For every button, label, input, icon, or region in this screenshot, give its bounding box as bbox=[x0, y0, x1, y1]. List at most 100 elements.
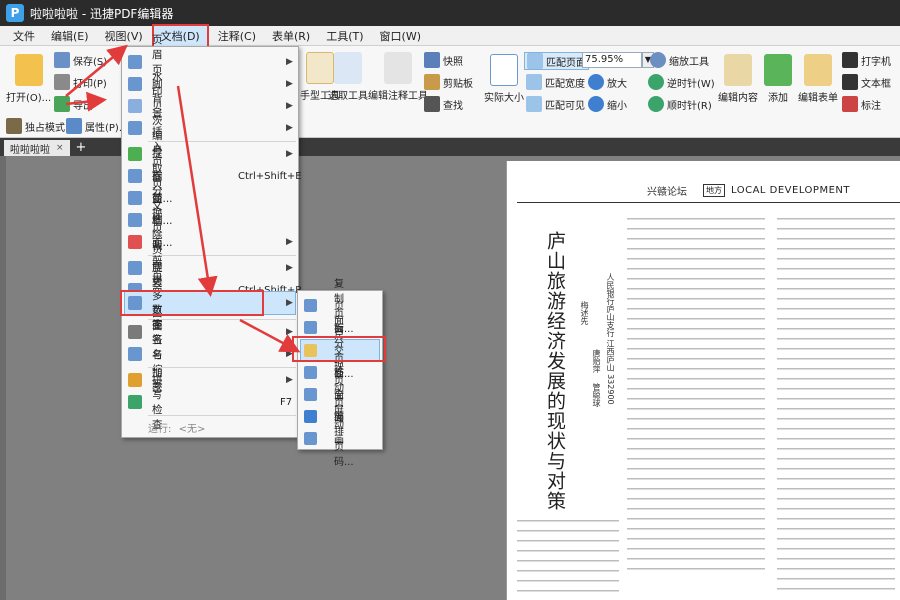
zoom-in-button[interactable]: 放大 bbox=[588, 74, 627, 90]
print-button[interactable]: 打印(P) bbox=[54, 74, 107, 90]
menu-sign-initials[interactable]: 签名与缩写 ▶ bbox=[124, 319, 293, 391]
run-value: <无> bbox=[178, 424, 206, 435]
menu-digital-signature[interactable]: 数字签名 ▶ bbox=[124, 304, 293, 361]
submenu-fullscreen-animation[interactable]: 全屏动画 bbox=[300, 390, 344, 446]
properties-icon bbox=[66, 118, 82, 134]
folder-icon bbox=[14, 54, 43, 86]
fit-page-button[interactable]: 匹配页面 bbox=[524, 52, 589, 70]
fit-visible-button[interactable]: 匹配可见 bbox=[526, 96, 585, 112]
edit-content-button[interactable]: 编辑内容 bbox=[718, 54, 758, 104]
submenu-copy-page[interactable]: 复制页面... bbox=[300, 279, 354, 335]
menu-bar: 文件 编辑(E) 视图(V) 文档(D) 注释(C) 表单(R) 工具(T) 窗… bbox=[0, 23, 900, 48]
chevron-right-icon: ▶ bbox=[286, 237, 293, 247]
menu-separator bbox=[148, 319, 296, 320]
textbox-button[interactable]: 文本框 bbox=[842, 74, 891, 90]
camera-icon bbox=[424, 52, 440, 68]
menu-split-document[interactable]: 拆分文档... bbox=[124, 170, 173, 227]
article-title: 庐山旅游经济发展的现状与对策 bbox=[544, 231, 566, 511]
edit-annotation-button[interactable]: 编辑注释工具 bbox=[368, 52, 428, 102]
properties-button[interactable]: 属性(P)... bbox=[66, 118, 128, 134]
menu-insert-page[interactable]: 插入页面 ▶ bbox=[124, 126, 293, 183]
zoom-input[interactable]: 75.95% bbox=[582, 52, 642, 68]
zoom-tool-button[interactable]: 缩放工具 bbox=[650, 52, 709, 68]
menu-bates-numbering[interactable]: 贝茨编号 ▶ bbox=[124, 100, 293, 157]
crown-icon bbox=[6, 118, 22, 134]
menu-view[interactable]: 视图(V) bbox=[98, 26, 150, 46]
app-logo-icon: P bbox=[6, 4, 24, 22]
run-row[interactable]: 运行: <无> bbox=[148, 420, 205, 435]
rotate-ccw-button[interactable]: 逆时针(W) bbox=[648, 74, 715, 90]
actual-size-button[interactable]: 实际大小 bbox=[484, 54, 524, 104]
signature-icon bbox=[128, 325, 142, 339]
submenu-page-numbering[interactable]: 编排页码... bbox=[300, 412, 354, 468]
zoom-out-button[interactable]: 缩小 bbox=[588, 96, 627, 112]
menu-encrypt[interactable]: 加密 ▶ bbox=[124, 367, 293, 394]
fullscreen-icon bbox=[304, 409, 317, 423]
header-english: LOCAL DEVELOPMENT bbox=[731, 185, 850, 196]
close-icon[interactable]: × bbox=[56, 143, 64, 153]
clipboard-button[interactable]: 剪贴板 bbox=[424, 74, 473, 90]
add-tab-icon[interactable]: + bbox=[76, 140, 87, 156]
chevron-right-icon: ▶ bbox=[286, 101, 293, 111]
snapshot-button[interactable]: 快照 bbox=[424, 52, 463, 68]
fit-page-icon bbox=[527, 53, 543, 69]
menu-crop-page[interactable]: 裁剪页面▶ bbox=[124, 240, 293, 297]
annotation-box-split-page bbox=[292, 336, 386, 362]
menu-file[interactable]: 文件 bbox=[6, 26, 42, 46]
find-button[interactable]: 查找 bbox=[424, 96, 463, 112]
menu-delete-page[interactable]: 删除页面 ▶ bbox=[124, 214, 293, 271]
move-page-icon bbox=[304, 387, 317, 401]
edit-form-button[interactable]: 编辑表单 bbox=[798, 54, 838, 104]
header-footer-icon bbox=[128, 55, 142, 69]
menu-comment[interactable]: 注释(C) bbox=[211, 26, 263, 46]
add-plus-icon bbox=[764, 54, 792, 86]
submenu-move-page[interactable]: 移动页面 bbox=[300, 368, 344, 424]
title-bar: P 啦啦啦啦 - 迅捷PDF编辑器 bbox=[0, 0, 900, 26]
document-tab[interactable]: 啦啦啦啦 × bbox=[4, 140, 70, 156]
author-2: 唐贻萍 bbox=[592, 349, 601, 373]
text-select-icon bbox=[334, 52, 362, 84]
menu-tools[interactable]: 工具(T) bbox=[319, 26, 370, 46]
typewriter-button[interactable]: 打字机 bbox=[842, 52, 891, 68]
author-3: 管聪球 bbox=[592, 383, 601, 407]
chevron-right-icon: ▶ bbox=[286, 375, 293, 385]
menu-separator bbox=[148, 367, 296, 368]
menu-separator bbox=[148, 415, 296, 416]
insert-page-icon bbox=[128, 147, 142, 161]
pen-icon bbox=[128, 347, 142, 361]
menu-header-footer[interactable]: 页眉页脚 ▶ bbox=[124, 34, 293, 91]
menu-replace-page[interactable]: 替换页面... bbox=[124, 192, 173, 249]
typewriter-icon bbox=[842, 52, 858, 68]
text-lines bbox=[627, 213, 765, 573]
menu-background[interactable]: 背景 ▶ bbox=[124, 93, 293, 120]
text-lines bbox=[517, 515, 619, 595]
save-button[interactable]: 保存(S) bbox=[54, 52, 107, 68]
fit-width-button[interactable]: 匹配宽度 bbox=[526, 74, 585, 90]
rotate-right-icon bbox=[648, 96, 664, 112]
menu-window[interactable]: 窗口(W) bbox=[373, 26, 428, 46]
chevron-right-icon: ▶ bbox=[286, 149, 293, 159]
rotate-cw-button[interactable]: 顺时针(R) bbox=[648, 96, 712, 112]
menu-edit[interactable]: 编辑(E) bbox=[44, 26, 96, 46]
window-title: 啦啦啦啦 - 迅捷PDF编辑器 bbox=[30, 6, 174, 21]
plus-icon bbox=[588, 74, 604, 90]
add-button[interactable]: 添加 bbox=[764, 54, 792, 104]
export-button[interactable]: 导出 bbox=[54, 96, 93, 112]
submenu-swap-page[interactable]: 交换页面 bbox=[300, 346, 344, 402]
select-tool-button[interactable]: 选取工具 bbox=[328, 52, 368, 102]
submenu-page-size[interactable]: 页面尺寸... bbox=[300, 301, 354, 357]
copy-page-icon bbox=[304, 298, 317, 312]
edit-content-icon bbox=[724, 54, 752, 86]
crop-icon bbox=[128, 261, 142, 275]
exclusive-mode-button[interactable]: 独占模式 bbox=[6, 118, 65, 134]
menu-watermark[interactable]: 水印 ▶ bbox=[124, 71, 293, 98]
menu-form[interactable]: 表单(R) bbox=[265, 26, 317, 46]
text-column-left-bottom bbox=[517, 515, 619, 595]
header-column-name: 兴赣论坛 bbox=[647, 187, 687, 198]
mark-button[interactable]: 标注 bbox=[842, 96, 881, 112]
menu-extract-page[interactable]: 提取页面... Ctrl+Shift+E bbox=[124, 148, 302, 205]
spell-check-icon bbox=[128, 395, 142, 409]
menu-separator bbox=[148, 255, 296, 256]
open-button[interactable]: 打开(O)... bbox=[6, 54, 51, 104]
menu-spell-check[interactable]: 拼写检查 F7 bbox=[124, 374, 292, 431]
